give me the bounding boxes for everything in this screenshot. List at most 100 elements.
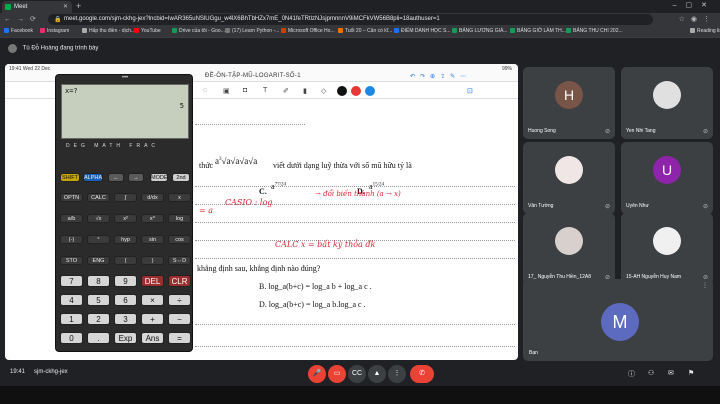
number-key[interactable]: 3 xyxy=(114,313,137,325)
eraser-icon[interactable]: ◇ xyxy=(321,87,326,95)
present-button[interactable]: ▲ xyxy=(368,365,386,383)
participant-tile[interactable]: Yen Nhi Tang ⊘ xyxy=(621,67,713,139)
black-pen-icon[interactable] xyxy=(337,86,347,96)
bookmark-item[interactable]: Tuổi 20 – Cân có kĩ... xyxy=(338,28,392,34)
function-key[interactable]: ENG xyxy=(87,256,110,265)
function-key[interactable]: √x xyxy=(87,214,110,223)
participant-tile[interactable]: U Uyên Như ⊘ xyxy=(621,142,713,214)
tab-meet[interactable]: Meet ✕ xyxy=(2,1,72,13)
camera-toggle-button[interactable]: ▭ xyxy=(328,365,346,383)
number-key[interactable]: . xyxy=(87,332,110,344)
number-key[interactable]: Ans xyxy=(141,332,164,344)
activities-icon[interactable]: ⚑ xyxy=(688,369,694,377)
bookmark-item[interactable]: BẢNG GIỜ LÀM TH... xyxy=(510,28,566,34)
people-icon[interactable]: ⚇ xyxy=(648,369,654,377)
leave-call-button[interactable]: ✆ xyxy=(410,365,434,383)
function-key[interactable]: ( xyxy=(114,256,137,265)
participant-avatar: H xyxy=(555,81,583,109)
blue-pen-icon[interactable] xyxy=(365,86,375,96)
number-key[interactable]: 8 xyxy=(87,275,110,287)
bookmark-item[interactable]: Drive của tôi - Goo... xyxy=(172,28,225,34)
calculator-handle[interactable]: ••• xyxy=(56,75,194,83)
image-icon[interactable]: ▣ xyxy=(223,87,230,95)
calculator-app[interactable]: ••• x=? 5 DEG MATH FRAC SHIFT ALPHA ← → MODE… xyxy=(55,74,193,352)
function-key[interactable]: x² xyxy=(114,214,137,223)
second-key[interactable]: 2nd xyxy=(172,173,190,182)
number-key[interactable]: 5 xyxy=(87,294,110,306)
number-key[interactable]: + xyxy=(141,313,164,325)
number-key[interactable]: − xyxy=(168,313,191,325)
bookmark-item[interactable]: (17) Learn Python -... xyxy=(225,28,279,34)
bookmark-item[interactable]: YouTube xyxy=(134,28,161,34)
number-key[interactable]: 2 xyxy=(87,313,110,325)
bookmark-label: Drive của tôi - Goo... xyxy=(179,28,225,34)
alpha-key[interactable]: ALPHA xyxy=(83,173,103,182)
function-key[interactable]: x xyxy=(168,193,191,202)
function-key[interactable]: ) xyxy=(141,256,164,265)
doc-toolbar-icons[interactable]: ↶↷⊕⇪✎⋯ xyxy=(410,73,471,80)
number-key[interactable]: CLR xyxy=(168,275,191,287)
bookmark-item[interactable]: Microsoft Office Ho... xyxy=(281,28,335,34)
participant-tile[interactable]: 17_ Nguyễn Thu Hiền_12A8 ⊘ xyxy=(523,213,615,285)
number-key[interactable]: 1 xyxy=(60,313,83,325)
bookmark-item[interactable]: BẢNG LƯƠNG GIÁ... xyxy=(452,28,508,34)
function-key[interactable]: STO xyxy=(60,256,83,265)
more-button[interactable]: ⋮ xyxy=(388,365,406,383)
bookmark-item[interactable]: Instagram xyxy=(40,28,69,34)
number-key[interactable]: 7 xyxy=(60,275,83,287)
info-icon[interactable]: ⓘ xyxy=(628,369,635,379)
camera-icon[interactable]: ◘ xyxy=(243,87,247,94)
highlighter-icon[interactable]: ▮ xyxy=(303,87,307,95)
right-key[interactable]: → xyxy=(128,173,144,182)
function-key[interactable]: ° xyxy=(87,235,110,244)
number-key[interactable]: 4 xyxy=(60,294,83,306)
chat-icon[interactable]: ✉ xyxy=(668,369,674,377)
function-key[interactable]: a/b xyxy=(60,214,83,223)
function-key[interactable]: d/dx xyxy=(141,193,164,202)
number-key[interactable]: 0 xyxy=(60,332,83,344)
pen-icon[interactable]: ✐ xyxy=(283,87,289,95)
left-key[interactable]: ← xyxy=(108,173,124,182)
bookmark-item[interactable]: Facebook xyxy=(4,28,33,34)
participant-tile[interactable]: Vân Tường ⊘ xyxy=(523,142,615,214)
new-tab-button[interactable]: + xyxy=(76,1,81,11)
captions-button[interactable]: CC xyxy=(348,365,366,383)
function-key[interactable]: OPTN xyxy=(60,193,83,202)
participant-tile[interactable]: 15-AH Nguyễn Huy Nam ⊘ xyxy=(621,213,713,285)
more-pen-icon[interactable]: ⊡ xyxy=(467,87,473,95)
number-key[interactable]: 9 xyxy=(114,275,137,287)
function-key[interactable]: x^ xyxy=(141,214,164,223)
function-key[interactable]: CALC xyxy=(87,193,110,202)
participant-tile[interactable]: H Huong Song ⊘ xyxy=(523,67,615,139)
more-options-icon[interactable]: ⋮ xyxy=(702,282,708,289)
bookmark-item[interactable]: ĐIỂM DANH HỌC S... xyxy=(394,28,450,34)
extensions-icons[interactable]: ☆◉⋮ xyxy=(679,15,716,23)
function-key[interactable]: sin xyxy=(141,235,164,244)
bookmark-item[interactable]: BẢNG THU CHI 202... xyxy=(566,28,623,34)
bookmark-item[interactable]: Reading list xyxy=(690,28,720,34)
function-key[interactable]: log xyxy=(168,214,191,223)
self-tile[interactable]: M Bạn ⋮ xyxy=(523,279,713,361)
number-key[interactable]: DEL xyxy=(141,275,164,287)
bookmark-item[interactable]: Hấp thu điền - dịch... xyxy=(82,28,135,34)
url-input[interactable]: 🔒 meet.google.com/sjm-ckhg-jex?lncbid=Iw… xyxy=(48,14,653,25)
close-tab-icon[interactable]: ✕ xyxy=(63,3,68,10)
number-key[interactable]: = xyxy=(168,332,191,344)
function-key[interactable]: S⇔D xyxy=(168,256,191,265)
red-pen-icon[interactable] xyxy=(351,86,361,96)
lasso-icon[interactable]: ◌ xyxy=(203,87,207,94)
number-key[interactable]: × xyxy=(141,294,164,306)
mode-key[interactable]: MODE xyxy=(150,173,168,182)
function-key[interactable]: hyp xyxy=(114,235,137,244)
shift-key[interactable]: SHIFT xyxy=(60,173,80,182)
number-key[interactable]: 6 xyxy=(114,294,137,306)
number-key[interactable]: ÷ xyxy=(168,294,191,306)
nav-buttons[interactable]: ←→⟳ xyxy=(4,15,42,23)
mic-toggle-button[interactable]: 🎤 xyxy=(308,365,326,383)
function-key[interactable]: cos xyxy=(168,235,191,244)
window-controls[interactable]: –▢✕ xyxy=(673,1,716,9)
function-key[interactable]: ∫ xyxy=(114,193,137,202)
number-key[interactable]: Exp xyxy=(114,332,137,344)
function-key[interactable]: (-) xyxy=(60,235,83,244)
text-icon[interactable]: T xyxy=(263,87,267,94)
